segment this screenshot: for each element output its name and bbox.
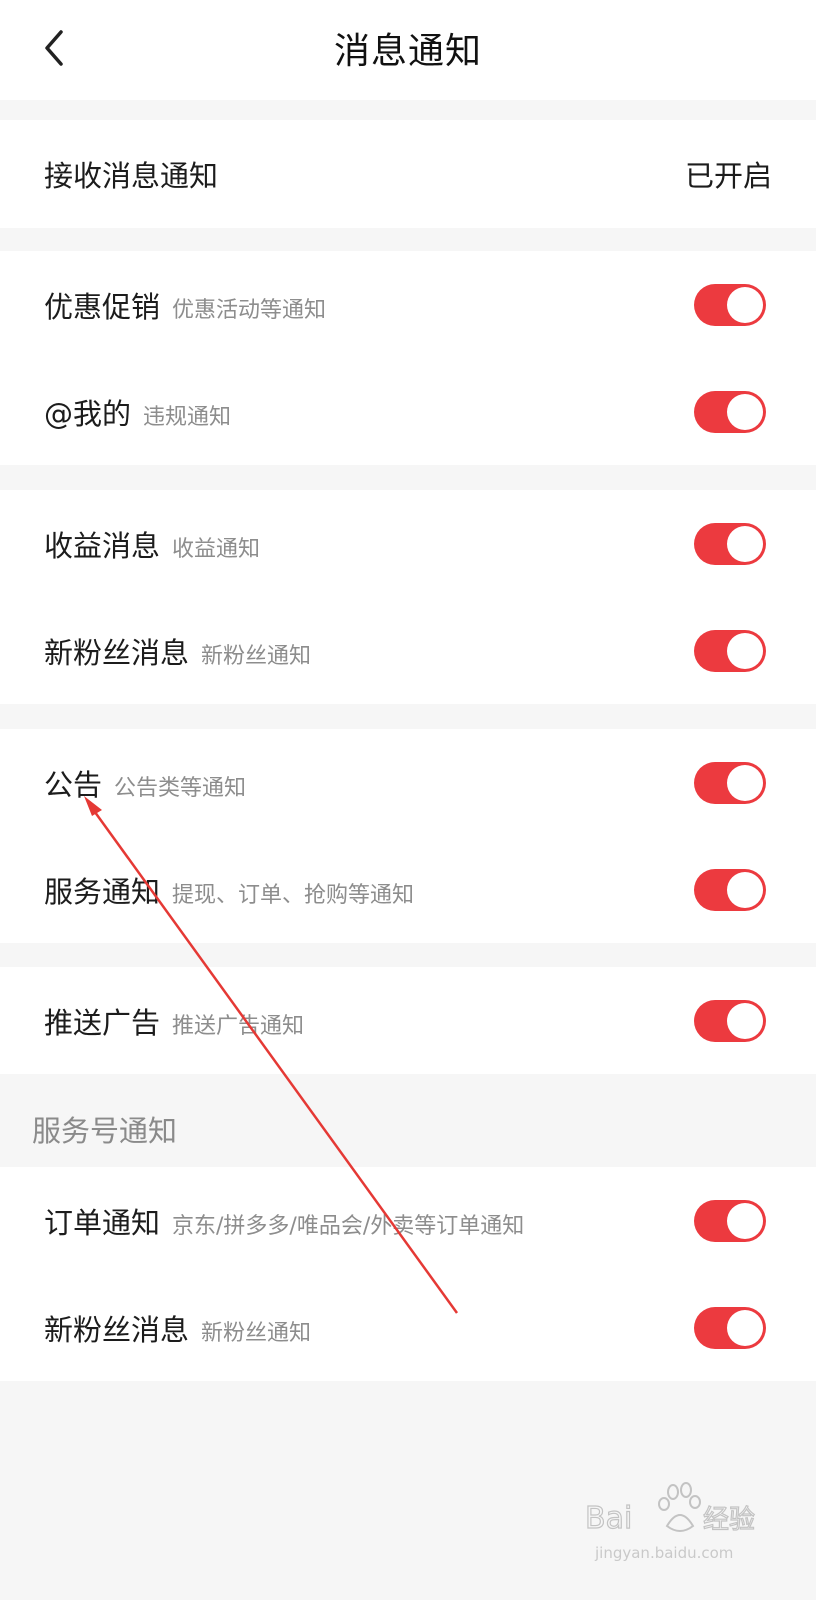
baidu-watermark: Bai 经验 jingyan.baidu.com [584, 1478, 765, 1568]
svg-text:jingyan.baidu.com: jingyan.baidu.com [594, 1544, 733, 1562]
service-toggle[interactable] [694, 868, 766, 911]
earnings-sub: 收益通知 [172, 536, 261, 562]
mention-toggle[interactable] [694, 390, 766, 433]
sa-fans-sub: 新粉丝通知 [201, 1320, 312, 1346]
service-row: 服务通知 提现、订单、抢购等通知 [0, 836, 816, 943]
announce-label: 公告 公告类等通知 [44, 767, 247, 802]
sa-fans-row: 新粉丝消息 新粉丝通知 [0, 1274, 816, 1381]
toggle-knob [727, 1309, 763, 1346]
promo-toggle[interactable] [694, 283, 766, 326]
sa-fans-label: 新粉丝消息 新粉丝通知 [44, 1312, 312, 1347]
order-label: 订单通知 京东/拼多多/唯品会/外卖等订单通知 [44, 1205, 525, 1240]
order-sub: 京东/拼多多/唯品会/外卖等订单通知 [172, 1213, 525, 1239]
receive-status-value: 已开启 [684, 159, 772, 193]
mention-row: @我的 违规通知 [0, 358, 816, 465]
fans-sub: 新粉丝通知 [201, 643, 312, 669]
announce-sub: 公告类等通知 [114, 775, 247, 801]
section-announce: 公告 公告类等通知 服务通知 提现、订单、抢购等通知 [0, 729, 816, 943]
receive-notifications-label: 接收消息通知 [44, 159, 219, 193]
earnings-row: 收益消息 收益通知 [0, 490, 816, 597]
service-accounts-header: 服务号通知 [32, 1114, 178, 1148]
toggle-knob [727, 764, 763, 801]
mention-label: @我的 违规通知 [44, 396, 232, 431]
top-bar: 消息通知 [0, 0, 816, 100]
announce-toggle[interactable] [694, 761, 766, 804]
toggle-knob [727, 286, 763, 323]
ads-label: 推送广告 推送广告通知 [44, 1005, 305, 1040]
promo-row: 优惠促销 优惠活动等通知 [0, 251, 816, 358]
earnings-label: 收益消息 收益通知 [44, 528, 261, 563]
fans-toggle[interactable] [694, 629, 766, 672]
toggle-knob [727, 1002, 763, 1039]
fans-row: 新粉丝消息 新粉丝通知 [0, 597, 816, 704]
ads-sub: 推送广告通知 [172, 1013, 305, 1039]
baidu-paw-logo: Bai 经验 jingyan.baidu.com [584, 1482, 756, 1562]
svg-text:经验: 经验 [703, 1505, 755, 1535]
section-ads: 推送广告 推送广告通知 [0, 967, 816, 1074]
toggle-knob [727, 525, 763, 562]
fans-label: 新粉丝消息 新粉丝通知 [44, 635, 312, 670]
receive-notifications-row[interactable]: 接收消息通知 已开启 [0, 120, 816, 228]
ads-row: 推送广告 推送广告通知 [0, 967, 816, 1074]
section-earnings: 收益消息 收益通知 新粉丝消息 新粉丝通知 [0, 490, 816, 704]
toggle-knob [727, 393, 763, 430]
svg-text:Bai: Bai [585, 1501, 632, 1536]
service-label: 服务通知 提现、订单、抢购等通知 [44, 874, 415, 909]
mention-sub: 违规通知 [143, 404, 232, 430]
promo-label: 优惠促销 优惠活动等通知 [44, 289, 327, 324]
ads-toggle[interactable] [694, 999, 766, 1042]
section-promo: 优惠促销 优惠活动等通知 @我的 违规通知 [0, 251, 816, 465]
page-title: 消息通知 [333, 31, 482, 72]
order-row: 订单通知 京东/拼多多/唯品会/外卖等订单通知 [0, 1167, 816, 1274]
earnings-toggle[interactable] [694, 522, 766, 565]
toggle-knob [727, 632, 763, 669]
announce-row: 公告 公告类等通知 [0, 729, 816, 836]
order-toggle[interactable] [694, 1199, 766, 1242]
service-sub: 提现、订单、抢购等通知 [172, 882, 415, 908]
toggle-knob [727, 871, 763, 908]
section-service-accounts: 订单通知 京东/拼多多/唯品会/外卖等订单通知 新粉丝消息 新粉丝通知 [0, 1167, 816, 1381]
sa-fans-toggle[interactable] [694, 1306, 766, 1349]
receive-section: 接收消息通知 已开启 [0, 120, 816, 228]
promo-sub: 优惠活动等通知 [172, 297, 327, 323]
toggle-knob [727, 1202, 763, 1239]
